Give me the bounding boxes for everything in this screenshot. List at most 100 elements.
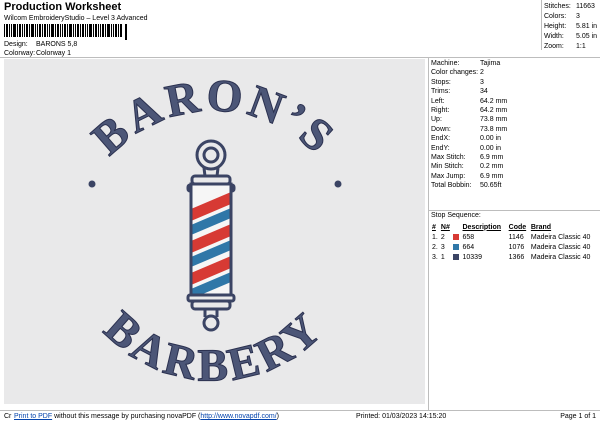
stat-value: 11663 bbox=[576, 3, 595, 10]
thread-brand: Madeira Classic 40 bbox=[530, 253, 591, 261]
info-row: Stops: 3 bbox=[431, 78, 599, 87]
column-header bbox=[452, 222, 461, 232]
info-divider bbox=[428, 210, 600, 211]
info-row: Total Bobbin: 50.65ft bbox=[431, 181, 599, 190]
colorway-name: Colorway 1 bbox=[36, 50, 72, 57]
design-label: Design: bbox=[4, 41, 28, 48]
needle-number: 3 bbox=[440, 243, 445, 251]
info-label: Min Stitch: bbox=[431, 163, 464, 171]
stat-row: Colors: 3 bbox=[544, 12, 597, 22]
color-swatch bbox=[453, 233, 460, 240]
info-value: Tajima bbox=[480, 60, 501, 67]
table-row: 1. 2 658 1146 Madeira Classic 40 bbox=[431, 232, 600, 242]
info-row: Up: 73.8 mm bbox=[431, 115, 599, 124]
column-header: Description bbox=[462, 223, 502, 231]
info-row: EndX: 0.00 in bbox=[431, 134, 599, 143]
column-header: # bbox=[432, 223, 436, 231]
color-swatch-cell bbox=[452, 252, 461, 262]
info-value: 64.2 mm bbox=[480, 97, 508, 105]
info-label: Trims: bbox=[431, 88, 451, 96]
info-value: 6.9 mm bbox=[480, 172, 504, 180]
info-label: Up: bbox=[431, 116, 442, 124]
design-name: BARONS 5,8 bbox=[36, 41, 78, 48]
stat-label: Width: bbox=[544, 33, 564, 40]
info-row: Machine: Tajima bbox=[431, 59, 599, 68]
info-value: 50.65ft bbox=[480, 182, 502, 190]
color-swatch bbox=[453, 243, 460, 250]
info-label: Max Stitch: bbox=[431, 153, 466, 161]
stop-sequence-heading: Stop Sequence: bbox=[431, 212, 481, 219]
info-value: 0.00 in bbox=[480, 135, 502, 143]
info-label: Right: bbox=[431, 106, 450, 114]
thread-description: 10339 bbox=[462, 253, 482, 261]
color-swatch-cell bbox=[452, 242, 461, 252]
stat-value: 3 bbox=[576, 13, 580, 20]
stat-value: 1:1 bbox=[576, 43, 586, 50]
info-label: Left: bbox=[431, 97, 445, 105]
info-label: Down: bbox=[431, 125, 451, 133]
barons-barbery-logo: BARON’S BARBERY bbox=[82, 68, 343, 391]
info-label: Machine: bbox=[431, 60, 460, 67]
stat-row: Height: 5.81 in bbox=[544, 22, 597, 32]
info-label: Color changes: bbox=[431, 69, 479, 77]
barber-pole-icon bbox=[186, 139, 236, 332]
stat-row: Stitches: 11663 bbox=[544, 2, 597, 12]
info-value: 0.2 mm bbox=[480, 163, 504, 171]
stat-value: 5.81 in bbox=[576, 23, 598, 30]
thread-description: 658 bbox=[462, 233, 475, 241]
stat-label: Colors: bbox=[544, 13, 567, 20]
footer: Cr Print to PDF without this message by … bbox=[0, 411, 600, 424]
needle-number: 2 bbox=[440, 233, 445, 241]
info-label: EndX: bbox=[431, 135, 451, 143]
footer-message: without this message by purchasing novaP… bbox=[54, 413, 201, 420]
needle-number: 1 bbox=[440, 253, 445, 261]
stat-value: 5.05 in bbox=[576, 33, 598, 40]
worksheet-title: Production Worksheet bbox=[4, 1, 122, 13]
colorway-label: Colorway: bbox=[4, 50, 36, 57]
thread-brand: Madeira Classic 40 bbox=[530, 243, 591, 251]
column-header: Code bbox=[508, 223, 527, 231]
info-value: 64.2 mm bbox=[480, 106, 508, 114]
logo-dot-left bbox=[88, 180, 96, 188]
logo-dot-right bbox=[334, 180, 342, 188]
thread-code: 1366 bbox=[508, 253, 525, 261]
color-swatch-cell bbox=[452, 232, 461, 242]
info-row: Right: 64.2 mm bbox=[431, 106, 599, 115]
info-row: Down: 73.8 mm bbox=[431, 125, 599, 134]
stats-divider bbox=[541, 0, 542, 50]
thread-brand: Madeira Classic 40 bbox=[530, 233, 591, 241]
info-label: Total Bobbin: bbox=[431, 182, 472, 190]
stop-sequence-table: # N# Description Code Brand 1. 2 658 114… bbox=[431, 222, 600, 262]
novapdf-link[interactable]: http://www.novapdf.com/ bbox=[200, 413, 276, 420]
info-row: Max Stitch: 6.9 mm bbox=[431, 153, 599, 162]
page-number: Page 1 of 1 bbox=[560, 413, 596, 420]
design-preview: BARON’S BARBERY bbox=[4, 59, 425, 404]
info-label: EndY: bbox=[431, 144, 450, 152]
stat-label: Zoom: bbox=[544, 43, 564, 50]
machine-info: Machine: Tajima Color changes: 2 Stops: 3 T… bbox=[431, 59, 599, 190]
info-row: Trims: 34 bbox=[431, 87, 599, 96]
info-value: 0.00 in bbox=[480, 144, 502, 152]
info-row: Left: 64.2 mm bbox=[431, 97, 599, 106]
logo-text-bottom: BARBERY bbox=[95, 301, 333, 391]
info-value: 2 bbox=[480, 69, 484, 77]
column-header: Brand bbox=[530, 223, 552, 231]
info-row: Color changes: 2 bbox=[431, 68, 599, 77]
thread-code: 1076 bbox=[508, 243, 525, 251]
colorway-meta: Colorway:Colorway 1 bbox=[4, 50, 71, 57]
info-row: Min Stitch: 0.2 mm bbox=[431, 162, 599, 171]
barcode bbox=[4, 24, 127, 40]
footer-message-end: ) bbox=[276, 413, 279, 420]
info-value: 3 bbox=[480, 78, 484, 86]
table-row: 3. 1 10339 1366 Madeira Classic 40 bbox=[431, 252, 600, 262]
stat-label: Stitches: bbox=[544, 3, 571, 10]
stat-label: Height: bbox=[544, 23, 567, 30]
stop-number: 2. bbox=[432, 243, 438, 251]
table-header-row: # N# Description Code Brand bbox=[431, 222, 600, 232]
print-to-pdf-link[interactable]: Print to PDF bbox=[14, 413, 52, 420]
design-meta: Design: BARONS 5,8 bbox=[4, 41, 77, 48]
table-row: 2. 3 664 1076 Madeira Classic 40 bbox=[431, 242, 600, 252]
footer-cr: Cr bbox=[4, 413, 12, 420]
header-divider bbox=[0, 57, 600, 58]
info-value: 73.8 mm bbox=[480, 125, 508, 133]
